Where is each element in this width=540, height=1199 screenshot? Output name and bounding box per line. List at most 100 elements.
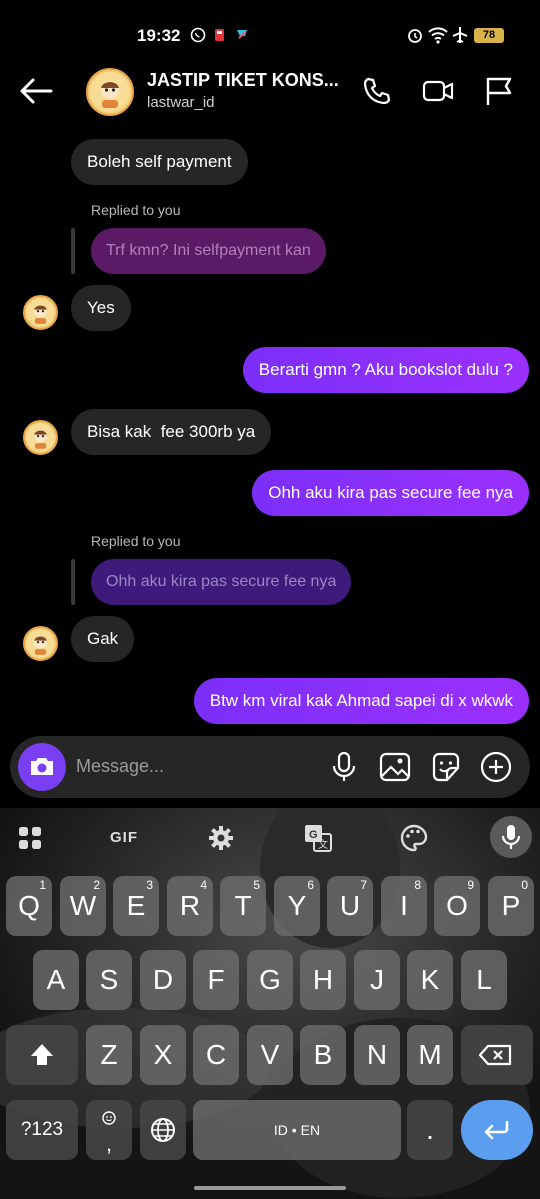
gear-icon[interactable] xyxy=(205,822,237,854)
key-hint: 4 xyxy=(200,878,207,892)
key-k[interactable]: K xyxy=(407,950,453,1010)
language-key[interactable] xyxy=(140,1100,186,1160)
reply-bar xyxy=(71,228,75,274)
key-t[interactable]: T5 xyxy=(220,876,266,936)
globe-icon xyxy=(151,1118,175,1142)
image-icon[interactable] xyxy=(378,750,412,784)
chat-header: JASTIP TIKET KONS... lastwar_id xyxy=(0,64,540,120)
key-y[interactable]: Y6 xyxy=(274,876,320,936)
avatar-image xyxy=(26,423,55,452)
key-b[interactable]: B xyxy=(300,1025,346,1085)
camera-button[interactable] xyxy=(18,743,66,791)
message-bubble-in[interactable]: Gak xyxy=(71,616,135,662)
key-label: T xyxy=(234,890,252,921)
key-label: I xyxy=(400,890,408,921)
key-label: P xyxy=(501,890,521,921)
key-h[interactable]: H xyxy=(300,950,346,1010)
key-q[interactable]: Q1 xyxy=(6,876,52,936)
key-hint: 2 xyxy=(93,878,100,892)
avatar-image xyxy=(26,629,55,658)
key-m[interactable]: M xyxy=(407,1025,453,1085)
key-e[interactable]: E3 xyxy=(113,876,159,936)
key-s[interactable]: S xyxy=(86,950,132,1010)
emoji-comma-key[interactable]: , xyxy=(86,1100,132,1160)
key-label: Y xyxy=(287,890,307,921)
whatsapp-icon xyxy=(190,27,206,43)
message-bubble-out[interactable]: Btw km viral kak Ahmad sapei di x wkwk xyxy=(193,678,529,724)
home-indicator[interactable] xyxy=(194,1186,346,1190)
key-label: O xyxy=(446,890,468,921)
key-g[interactable]: G xyxy=(247,950,293,1010)
key-d[interactable]: D xyxy=(140,950,186,1010)
sticker-icon[interactable] xyxy=(429,750,463,784)
key-u[interactable]: U7 xyxy=(327,876,373,936)
message-bubble-in[interactable]: Yes xyxy=(71,285,131,331)
symbols-key[interactable]: ?123 xyxy=(6,1100,78,1160)
enter-key[interactable] xyxy=(461,1100,533,1160)
key-hint: 6 xyxy=(307,878,314,892)
mic-icon xyxy=(501,825,521,849)
key-j[interactable]: J xyxy=(354,950,400,1010)
mic-icon[interactable] xyxy=(327,750,361,784)
wifi-icon xyxy=(428,27,448,44)
key-hint: 1 xyxy=(39,878,46,892)
svg-text:文: 文 xyxy=(318,838,328,851)
avatar[interactable] xyxy=(86,68,134,116)
grid-icon[interactable] xyxy=(14,822,46,854)
period-key[interactable]: . xyxy=(407,1100,453,1160)
back-arrow-icon[interactable] xyxy=(18,76,54,106)
avatar[interactable] xyxy=(23,420,58,455)
battery-indicator: 78 xyxy=(474,28,504,43)
avatar-image xyxy=(90,72,130,112)
translate-icon[interactable]: G文 xyxy=(302,822,334,854)
video-icon[interactable] xyxy=(421,74,455,108)
key-hint: 9 xyxy=(467,878,474,892)
shift-key[interactable] xyxy=(6,1025,78,1085)
quoted-message[interactable]: Ohh aku kira pas secure fee nya xyxy=(91,559,352,605)
plus-icon[interactable] xyxy=(479,750,513,784)
comma-label: , xyxy=(105,1131,113,1156)
replied-label: Replied to you xyxy=(91,202,181,218)
avatar[interactable] xyxy=(23,626,58,661)
key-n[interactable]: N xyxy=(354,1025,400,1085)
key-hint: 5 xyxy=(253,878,260,892)
palette-icon[interactable] xyxy=(398,822,430,854)
key-label: W xyxy=(69,890,97,921)
key-i[interactable]: I8 xyxy=(381,876,427,936)
key-o[interactable]: O9 xyxy=(434,876,480,936)
key-hint: 3 xyxy=(146,878,153,892)
key-v[interactable]: V xyxy=(247,1025,293,1085)
enter-icon xyxy=(484,1120,509,1140)
backspace-key[interactable] xyxy=(461,1025,533,1085)
replied-label: Replied to you xyxy=(91,533,181,549)
camera-icon xyxy=(31,758,53,775)
avatar[interactable] xyxy=(23,295,58,330)
key-l[interactable]: L xyxy=(461,950,507,1010)
quoted-message[interactable]: Trf kmn? Ini selfpayment kan xyxy=(91,228,326,274)
flag-icon[interactable] xyxy=(482,74,516,108)
message-bubble-out[interactable]: Ohh aku kira pas secure fee nya xyxy=(252,470,529,516)
gif-button[interactable]: GIF xyxy=(110,822,144,854)
key-p[interactable]: P0 xyxy=(488,876,534,936)
voice-input-button[interactable] xyxy=(490,816,532,858)
keyboard: GIF G文 Q1 W2 E3 R4 T5 Y6 U7 I8 O9 P0 A S… xyxy=(0,808,540,1199)
phone-icon[interactable] xyxy=(360,74,394,108)
key-w[interactable]: W2 xyxy=(60,876,106,936)
message-bubble-in[interactable]: Bisa kak fee 300rb ya xyxy=(71,409,272,455)
message-bubble-in[interactable]: Boleh self payment xyxy=(71,139,248,185)
status-time: 19:32 xyxy=(137,26,181,45)
key-a[interactable]: A xyxy=(33,950,79,1010)
key-r[interactable]: R4 xyxy=(167,876,213,936)
key-z[interactable]: Z xyxy=(86,1025,132,1085)
chat-title[interactable]: JASTIP TIKET KONS... xyxy=(147,70,342,91)
space-key[interactable]: ID • EN xyxy=(193,1100,401,1160)
chat-username: lastwar_id xyxy=(147,94,215,111)
key-c[interactable]: C xyxy=(193,1025,239,1085)
message-input[interactable]: Message... xyxy=(76,756,164,777)
message-composer: Message... xyxy=(10,736,530,798)
airplane-icon xyxy=(452,27,468,43)
key-label: Q xyxy=(18,890,40,921)
key-x[interactable]: X xyxy=(140,1025,186,1085)
message-bubble-out[interactable]: Berarti gmn ? Aku bookslot dulu ? xyxy=(242,347,529,393)
key-f[interactable]: F xyxy=(193,950,239,1010)
